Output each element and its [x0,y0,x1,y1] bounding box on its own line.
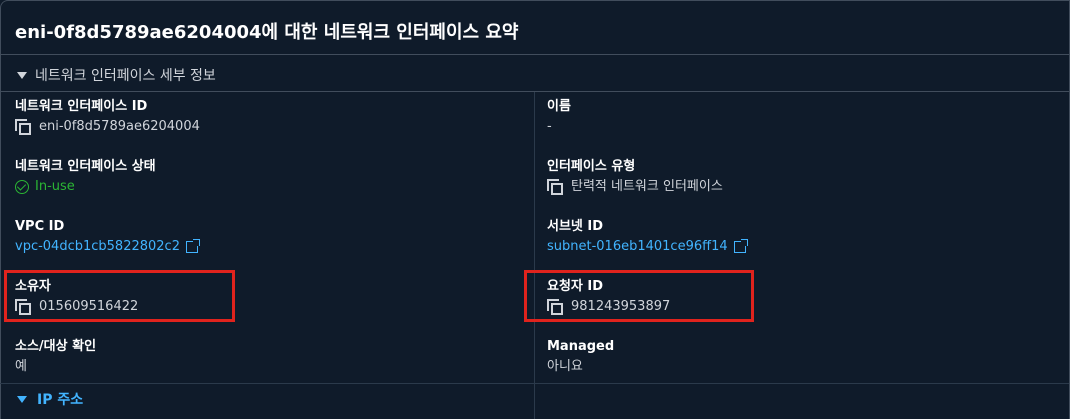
field-vpc-id: VPC ID vpc-04dcb1cb5822802c2 [15,218,200,256]
field-value: In-use [15,178,156,196]
name-value: - [547,119,552,134]
source-dest-check-value: 예 [15,359,27,374]
field-value: subnet-016eb1401ce96ff14 [547,238,748,256]
column-divider [534,92,535,419]
caret-down-icon [17,395,27,403]
field-label: 서브넷 ID [547,219,604,234]
field-label: 이름 [547,99,571,114]
eni-id-value: eni-0f8d5789ae6204004 [39,119,200,134]
caret-down-icon [17,71,27,79]
interface-type-value: 탄력적 네트워크 인터페이스 [571,179,723,194]
highlight-requester-id [524,270,754,322]
field-state: 네트워크 인터페이스 상태 In-use [15,158,156,196]
ip-section-label: IP 주소 [37,392,84,408]
field-managed: Managed 아니요 [547,338,614,376]
field-label: 네트워크 인터페이스 ID [15,99,148,114]
page-title: eni-0f8d5789ae6204004에 대한 네트워크 인터페이스 요약 [15,22,519,43]
copy-icon[interactable] [547,179,563,195]
field-value: vpc-04dcb1cb5822802c2 [15,238,200,256]
field-subnet-id: 서브넷 ID subnet-016eb1401ce96ff14 [547,218,748,256]
external-link-icon[interactable] [185,239,200,253]
field-name: 이름 - [547,98,571,136]
field-label: 네트워크 인터페이스 상태 [15,159,156,174]
subnet-id-link[interactable]: subnet-016eb1401ce96ff14 [547,238,728,256]
field-label: 소스/대상 확인 [15,339,97,354]
field-value: 탄력적 네트워크 인터페이스 [547,178,723,196]
ip-section-divider [0,383,1069,384]
field-label: 인터페이스 유형 [547,159,636,174]
field-value: eni-0f8d5789ae6204004 [15,118,200,136]
field-interface-type: 인터페이스 유형 탄력적 네트워크 인터페이스 [547,158,723,196]
field-eni-id: 네트워크 인터페이스 ID eni-0f8d5789ae6204004 [15,98,200,136]
section-toggle-ip-addresses[interactable]: IP 주소 [15,389,83,409]
status-badge: In-use [35,179,75,194]
section-header-label: 네트워크 인터페이스 세부 정보 [35,68,216,84]
vpc-id-link[interactable]: vpc-04dcb1cb5822802c2 [15,238,180,256]
field-label: VPC ID [15,219,65,234]
field-label: Managed [547,339,615,354]
highlight-owner [4,270,235,322]
external-link-icon[interactable] [733,239,748,253]
managed-value: 아니요 [547,359,583,374]
field-source-dest-check: 소스/대상 확인 예 [15,338,96,376]
title-divider [0,54,1069,55]
network-interface-summary-panel: eni-0f8d5789ae6204004에 대한 네트워크 인터페이스 요약 … [0,0,1070,419]
copy-icon[interactable] [15,119,31,135]
section-toggle-details[interactable]: 네트워크 인터페이스 세부 정보 [15,65,216,85]
check-circle-icon [15,180,29,194]
